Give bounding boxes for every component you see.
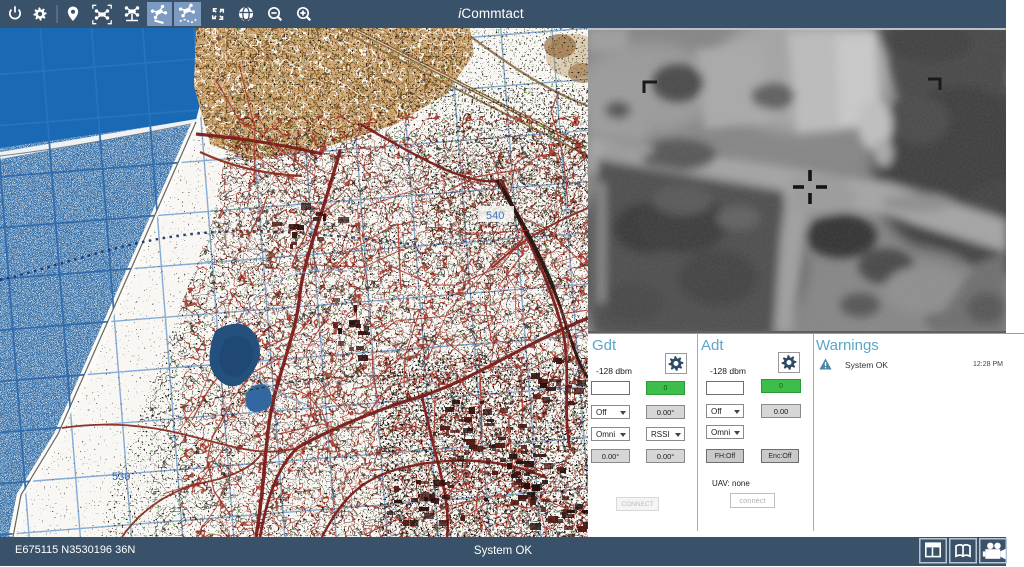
svg-text:530: 530 — [112, 471, 130, 483]
svg-text:540: 540 — [486, 210, 504, 222]
